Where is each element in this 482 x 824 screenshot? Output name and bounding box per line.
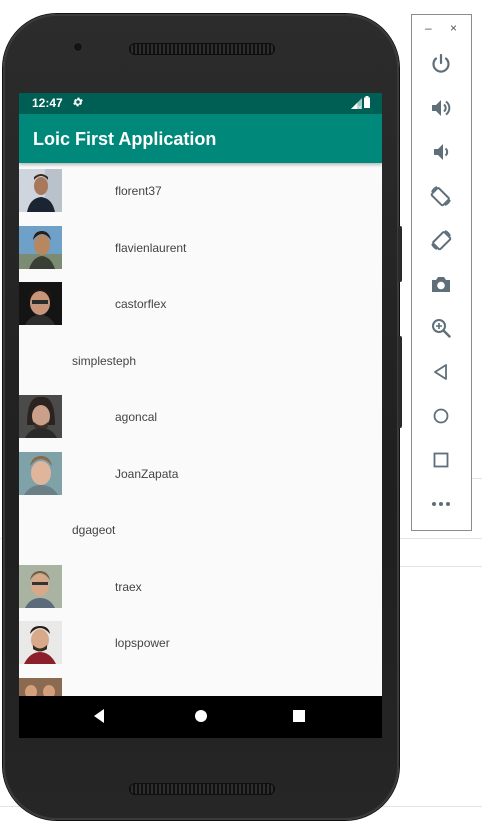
avatar <box>19 282 62 325</box>
list-item[interactable]: flavienlaurent <box>19 220 382 277</box>
username: lopspower <box>115 636 170 650</box>
ide-divider <box>398 566 482 567</box>
list-item[interactable]: traex <box>19 559 382 616</box>
emulator-toolbar: – × <box>411 14 472 531</box>
status-time: 12:47 <box>32 96 63 110</box>
top-speaker <box>129 43 275 55</box>
username: dgageot <box>72 523 116 537</box>
user-list[interactable]: florent37 flavienlaurent castorflex simp… <box>19 163 382 696</box>
rotate-left-icon[interactable] <box>429 184 453 208</box>
list-item[interactable]: JoanZapata <box>19 446 382 503</box>
nav-back-icon[interactable] <box>92 706 106 726</box>
front-camera <box>74 43 82 51</box>
list-item[interactable]: florent37 <box>19 163 382 220</box>
volume-side-button <box>398 336 402 428</box>
rotate-right-icon[interactable] <box>429 228 453 252</box>
overview-icon[interactable] <box>429 448 453 472</box>
app-title: Loic First Application <box>33 129 217 149</box>
list-item[interactable]: lopspower <box>19 615 382 672</box>
nav-home-icon[interactable] <box>193 706 209 726</box>
username: flavienlaurent <box>115 240 187 255</box>
list-item[interactable] <box>19 672 382 696</box>
avatar <box>19 564 62 608</box>
username: simplesteph <box>72 353 137 368</box>
list-item[interactable]: simplesteph <box>19 333 382 390</box>
zoom-icon[interactable] <box>429 316 453 340</box>
username: traex <box>115 579 142 594</box>
avatar <box>19 621 62 664</box>
svg-text:×: × <box>357 105 362 109</box>
username: agoncal <box>115 410 158 424</box>
avatar <box>19 169 62 212</box>
avatar <box>19 451 62 495</box>
power-icon[interactable] <box>429 52 453 76</box>
volume-up-icon[interactable] <box>429 96 453 120</box>
username: JoanZapata <box>115 466 179 481</box>
status-bar: 12:47 × <box>19 93 382 114</box>
back-icon[interactable] <box>429 360 453 384</box>
volume-down-icon[interactable] <box>429 140 453 164</box>
battery-icon <box>364 96 370 108</box>
list-item[interactable]: dgageot <box>19 502 382 559</box>
more-icon[interactable] <box>429 492 453 516</box>
bottom-speaker <box>129 783 275 795</box>
home-icon[interactable] <box>429 404 453 428</box>
close-button[interactable]: × <box>450 21 457 35</box>
camera-icon[interactable] <box>429 272 453 296</box>
list-item[interactable]: castorflex <box>19 276 382 333</box>
username: florent37 <box>115 184 162 198</box>
navigation-bar <box>19 696 382 738</box>
minimize-button[interactable]: – <box>425 21 432 35</box>
signal-icon: × <box>351 98 362 109</box>
list-item[interactable]: agoncal <box>19 389 382 446</box>
avatar <box>19 395 62 438</box>
settings-gear-icon <box>73 97 83 107</box>
nav-overview-icon[interactable] <box>292 706 306 726</box>
device-screen: 12:47 × Loic First Application florent37… <box>19 93 382 738</box>
avatar <box>19 677 62 696</box>
avatar <box>19 225 62 269</box>
power-side-button <box>398 226 402 282</box>
app-bar: Loic First Application <box>19 114 382 163</box>
username: castorflex <box>115 297 167 311</box>
